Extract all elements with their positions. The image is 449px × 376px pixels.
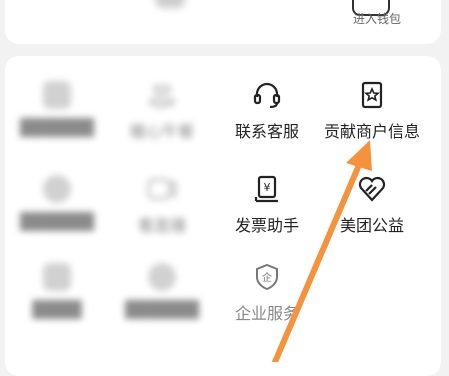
service-tile-contribute-merchant-info[interactable]: 贡献商户信息 [320,74,424,154]
service-tile-live[interactable]: 看直播 [110,168,214,248]
service-tile-meituan-charity[interactable]: 美团公益 [320,168,424,248]
service-label: 发票助手 [234,216,299,235]
blurred-icon [43,175,71,203]
hand-heart-icon [147,80,177,110]
enterprise-shield-icon: 企 [252,262,282,292]
enter-wallet-link[interactable]: 进入钱包 [332,10,422,27]
service-label: 美团公益 [339,216,404,235]
blurred-service-tile[interactable]: ██████ [110,256,214,336]
blurred-label: ██████ [20,212,94,231]
blurred-icon [43,81,71,109]
blurred-label: ████ [32,300,82,319]
blurred-service-tile[interactable]: ██████ [5,168,109,248]
service-label: 贡献商户信息 [323,122,420,141]
service-label: 联系客服 [234,122,299,141]
invoice-icon: ¥ [252,174,282,204]
blurred-icon [148,263,176,291]
live-video-icon [147,174,177,204]
service-tile-warm-lunch[interactable]: 暖心午餐 [110,74,214,154]
blurred-icon [155,0,185,8]
service-tile-enterprise[interactable]: 企 企业服务 [215,256,319,336]
blurred-icon [43,263,71,291]
svg-text:企: 企 [262,271,272,284]
svg-text:¥: ¥ [264,181,271,194]
service-label: 暖心午餐 [129,122,194,141]
service-label: 企业服务 [234,304,299,323]
blurred-service-tile[interactable]: ██████ [5,74,109,154]
service-tile-invoice-assistant[interactable]: ¥ 发票助手 [215,168,319,248]
service-label: 看直播 [137,216,186,235]
service-tile-customer-service[interactable]: 联系客服 [215,74,319,154]
blurred-label: ██████ [125,300,199,319]
blurred-label: ██████ [20,118,94,137]
blurred-service-tile[interactable]: ████ [5,256,109,336]
charity-heart-icon [357,174,387,204]
headset-icon [252,80,282,110]
store-star-icon [357,80,387,110]
